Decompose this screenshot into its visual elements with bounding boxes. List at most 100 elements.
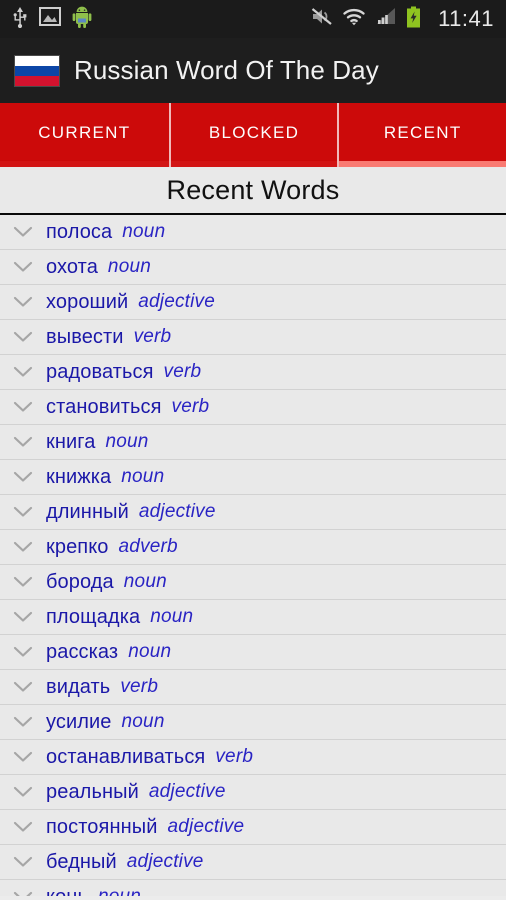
word-list-item[interactable]: реальный adjective xyxy=(0,775,506,810)
word-list-item[interactable]: видать verb xyxy=(0,670,506,705)
tab-bar: CURRENT BLOCKED RECENT xyxy=(0,103,506,167)
word-text: конь xyxy=(46,886,88,897)
chevron-down-icon[interactable] xyxy=(0,646,46,658)
part-of-speech-label: noun xyxy=(107,256,151,277)
word-text: книжка xyxy=(46,465,112,488)
part-of-speech-label: adjective xyxy=(148,781,226,802)
tab-current-label: CURRENT xyxy=(38,123,131,142)
chevron-down-icon[interactable] xyxy=(0,401,46,413)
app-title-bar: Russian Word Of The Day xyxy=(0,38,506,103)
chevron-down-icon[interactable] xyxy=(0,786,46,798)
word-list-item[interactable]: вывести verb xyxy=(0,320,506,355)
part-of-speech-label: verb xyxy=(120,676,159,697)
chevron-down-icon[interactable] xyxy=(0,891,46,896)
word-list-item[interactable]: радоваться verb xyxy=(0,355,506,390)
tab-recent[interactable]: RECENT xyxy=(337,103,506,167)
word-list-item[interactable]: книга noun xyxy=(0,425,506,460)
word-text: радоваться xyxy=(46,360,154,383)
tab-current[interactable]: CURRENT xyxy=(0,103,169,167)
part-of-speech-label: noun xyxy=(105,431,149,452)
part-of-speech-label: adverb xyxy=(118,536,178,557)
word-text: видать xyxy=(46,675,111,698)
part-of-speech-label: adjective xyxy=(126,851,204,872)
word-text: крепко xyxy=(46,535,109,558)
chevron-down-icon[interactable] xyxy=(0,541,46,553)
word-list-item[interactable]: охота noun xyxy=(0,250,506,285)
tab-blocked-label: BLOCKED xyxy=(208,123,300,142)
word-list-item[interactable]: останавливаться verb xyxy=(0,740,506,775)
word-list-item[interactable]: хороший adjective xyxy=(0,285,506,320)
word-list-item[interactable]: конь noun xyxy=(0,880,506,896)
chevron-down-icon[interactable] xyxy=(0,681,46,693)
tab-recent-label: RECENT xyxy=(383,123,462,142)
status-bar-right-icons: 11:41 xyxy=(311,6,494,33)
chevron-down-icon[interactable] xyxy=(0,436,46,448)
chevron-down-icon[interactable] xyxy=(0,821,46,833)
app-screen: 11:41 Russian Word Of The Day CURRENT BL… xyxy=(0,0,506,900)
recent-words-list[interactable]: полоса noun охота noun хороший adjective вывес… xyxy=(0,215,506,896)
part-of-speech-label: noun xyxy=(98,886,141,896)
page-title: Recent Words xyxy=(166,174,340,205)
word-text: становиться xyxy=(46,395,162,418)
chevron-down-icon[interactable] xyxy=(0,751,46,763)
chevron-down-icon[interactable] xyxy=(0,366,46,378)
android-robot-icon xyxy=(72,6,92,33)
chevron-down-icon[interactable] xyxy=(0,506,46,518)
word-text: бедный xyxy=(46,850,117,873)
android-status-bar: 11:41 xyxy=(0,0,506,38)
part-of-speech-label: verb xyxy=(171,396,210,417)
word-text: длинный xyxy=(46,500,129,523)
word-text: постоянный xyxy=(46,815,158,838)
part-of-speech-label: noun xyxy=(128,641,172,662)
word-list-item[interactable]: полоса noun xyxy=(0,215,506,250)
word-list-item[interactable]: книжка noun xyxy=(0,460,506,495)
chevron-down-icon[interactable] xyxy=(0,611,46,623)
word-list-item[interactable]: становиться verb xyxy=(0,390,506,425)
part-of-speech-label: noun xyxy=(122,221,166,242)
word-text: книга xyxy=(46,430,96,453)
word-list-item[interactable]: площадка noun xyxy=(0,600,506,635)
status-bar-left-icons xyxy=(12,6,92,33)
part-of-speech-label: adjective xyxy=(138,501,216,522)
screenshot-icon xyxy=(39,7,61,31)
russian-flag-icon xyxy=(14,54,60,87)
part-of-speech-label: noun xyxy=(150,606,194,627)
word-list-item[interactable]: усилие noun xyxy=(0,705,506,740)
battery-charging-icon xyxy=(406,6,421,33)
word-text: площадка xyxy=(46,605,141,628)
chevron-down-icon[interactable] xyxy=(0,296,46,308)
chevron-down-icon[interactable] xyxy=(0,331,46,343)
chevron-down-icon[interactable] xyxy=(0,261,46,273)
word-list-item[interactable]: постоянный adjective xyxy=(0,810,506,845)
part-of-speech-label: noun xyxy=(121,711,165,732)
part-of-speech-label: noun xyxy=(123,571,167,592)
part-of-speech-label: verb xyxy=(133,326,172,347)
word-text: реальный xyxy=(46,780,139,803)
usb-icon xyxy=(12,6,28,33)
chevron-down-icon[interactable] xyxy=(0,226,46,238)
status-bar-clock: 11:41 xyxy=(438,6,494,31)
word-list-item[interactable]: длинный adjective xyxy=(0,495,506,530)
cellular-signal-icon xyxy=(375,7,397,31)
part-of-speech-label: verb xyxy=(163,361,202,382)
tab-recent-underline xyxy=(339,161,506,167)
word-text: усилие xyxy=(46,710,112,733)
volume-muted-icon xyxy=(311,7,333,31)
part-of-speech-label: adjective xyxy=(138,291,216,312)
word-text: охота xyxy=(46,255,98,278)
chevron-down-icon[interactable] xyxy=(0,471,46,483)
tab-blocked[interactable]: BLOCKED xyxy=(168,103,338,167)
chevron-down-icon[interactable] xyxy=(0,716,46,728)
word-list-item[interactable]: крепко adverb xyxy=(0,530,506,565)
word-list-item[interactable]: бедный adjective xyxy=(0,845,506,880)
chevron-down-icon[interactable] xyxy=(0,856,46,868)
tab-blocked-underline xyxy=(170,161,338,167)
word-text: хороший xyxy=(46,290,129,313)
word-list-item[interactable]: борода noun xyxy=(0,565,506,600)
word-text: вывести xyxy=(46,325,124,348)
word-list-item[interactable]: рассказ noun xyxy=(0,635,506,670)
tab-current-underline xyxy=(0,161,169,167)
chevron-down-icon[interactable] xyxy=(0,576,46,588)
part-of-speech-label: verb xyxy=(215,746,254,767)
part-of-speech-label: noun xyxy=(121,466,165,487)
